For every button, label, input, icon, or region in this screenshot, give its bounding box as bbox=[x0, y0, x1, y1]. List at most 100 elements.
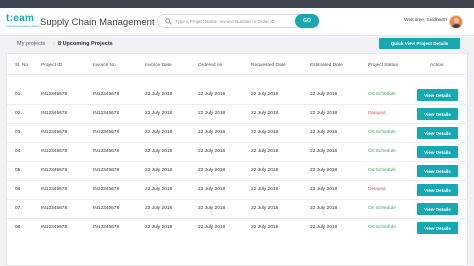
team-logo[interactable]: t:eam Transport Analytics Mgmt bbox=[6, 13, 40, 31]
app-title: Supply Chain Management bbox=[40, 17, 155, 28]
cell-invoice-date: 22 July 2018 bbox=[145, 111, 173, 116]
status-badge: On Schedule bbox=[368, 206, 396, 211]
cell-estimated-date: 22 July 2018 bbox=[310, 130, 338, 135]
cell-invoice-date: 22 July 2018 bbox=[145, 168, 173, 173]
welcome-text: Welcome, Siddharth bbox=[404, 18, 448, 23]
cell-estimated-date: 22 July 2018 bbox=[310, 92, 338, 97]
cell-sl-no: 07. bbox=[15, 206, 22, 211]
status-badge: On Schedule bbox=[368, 225, 396, 230]
logo-text: t:eam bbox=[6, 13, 35, 24]
projects-subbar: My projects : 8 Upcoming Projects Quick … bbox=[6, 36, 468, 52]
cell-ordered-on: 22 July 2018 bbox=[198, 187, 226, 192]
status-badge: On Schedule bbox=[368, 92, 396, 97]
cell-invoice-date: 22 July 2018 bbox=[145, 130, 173, 135]
avatar-body bbox=[452, 24, 461, 28]
cell-ordered-on: 22 July 2018 bbox=[198, 168, 226, 173]
col-header-requested-date: Requested Date bbox=[251, 63, 286, 68]
cell-invoice-date: 22 July 2018 bbox=[145, 225, 173, 230]
cell-project-id: IN12345678 bbox=[41, 130, 68, 135]
view-details-button[interactable]: View Details bbox=[417, 203, 458, 215]
cell-estimated-date: 22 July 2018 bbox=[310, 206, 338, 211]
upcoming-projects-count: 8 Upcoming Projects bbox=[58, 41, 113, 47]
cell-invoice-no: IN12345678 bbox=[93, 111, 120, 116]
search-icon bbox=[165, 18, 172, 25]
cell-ordered-on: 22 July 2018 bbox=[198, 130, 226, 135]
header-divider bbox=[7, 74, 467, 75]
cell-sl-no: 05. bbox=[15, 168, 22, 173]
quick-view-project-details-button[interactable]: Quick View Project Details bbox=[379, 38, 460, 49]
view-details-button[interactable]: View Details bbox=[417, 108, 458, 120]
col-header-project-status: Project Status bbox=[368, 63, 398, 68]
projects-table: Sl. No. Project ID Invoice No. Invoice D… bbox=[6, 53, 468, 266]
cell-ordered-on: 22 July 2018 bbox=[198, 149, 226, 154]
cell-requested-date: 22 July 2018 bbox=[251, 187, 279, 192]
go-button[interactable]: GO bbox=[295, 14, 319, 28]
cell-ordered-on: 22 July 2018 bbox=[198, 92, 226, 97]
cell-project-id: IN12345678 bbox=[41, 111, 68, 116]
cell-requested-date: 22 July 2018 bbox=[251, 225, 279, 230]
cell-sl-no: 03. bbox=[15, 130, 22, 135]
cell-invoice-no: IN12345678 bbox=[93, 206, 120, 211]
cell-requested-date: 22 July 2018 bbox=[251, 130, 279, 135]
status-badge: Delayed bbox=[368, 187, 386, 192]
cell-invoice-date: 22 July 2018 bbox=[145, 206, 173, 211]
status-badge: On Schedule bbox=[368, 130, 396, 135]
cell-invoice-no: IN12345678 bbox=[93, 149, 120, 154]
table-row: 01. IN12345678 IN12345678 22 July 2018 2… bbox=[7, 86, 467, 105]
app-header: t:eam Transport Analytics Mgmt Supply Ch… bbox=[0, 8, 474, 36]
view-details-button[interactable]: View Details bbox=[417, 127, 458, 139]
cell-project-id: IN12345678 bbox=[41, 149, 68, 154]
cell-estimated-date: 22 July 2018 bbox=[310, 149, 338, 154]
cell-project-id: IN12345678 bbox=[41, 92, 68, 97]
cell-sl-no: 01. bbox=[15, 92, 22, 97]
cell-invoice-date: 22 July 2018 bbox=[145, 92, 173, 97]
status-badge: Delayed bbox=[368, 111, 386, 116]
cell-project-id: IN12345678 bbox=[41, 168, 68, 173]
col-header-estimated-date: Estimated Date bbox=[310, 63, 343, 68]
col-header-invoice-date: Invoice Date bbox=[145, 63, 172, 68]
table-row: 05. IN12345678 IN12345678 22 July 2018 2… bbox=[7, 162, 467, 181]
cell-requested-date: 22 July 2018 bbox=[251, 206, 279, 211]
cell-requested-date: 22 July 2018 bbox=[251, 111, 279, 116]
search-input[interactable] bbox=[175, 17, 285, 26]
my-projects-label: My projects bbox=[17, 41, 46, 47]
col-header-action: Action bbox=[430, 63, 444, 68]
cell-invoice-no: IN12345678 bbox=[93, 130, 120, 135]
cell-estimated-date: 22 July 2018 bbox=[310, 187, 338, 192]
cell-requested-date: 22 July 2018 bbox=[251, 92, 279, 97]
cell-ordered-on: 22 July 2018 bbox=[198, 111, 226, 116]
col-header-sl-no: Sl. No. bbox=[15, 63, 30, 68]
subbar-separator: : bbox=[53, 41, 55, 47]
table-row: 07. IN12345678 IN12345678 22 July 2018 2… bbox=[7, 200, 467, 219]
table-row: 06. IN12345678 IN12345678 22 July 2018 2… bbox=[7, 181, 467, 200]
view-details-button[interactable]: View Details bbox=[417, 184, 458, 196]
cell-invoice-no: IN12345678 bbox=[93, 225, 120, 230]
status-badge: On Schedule bbox=[368, 168, 396, 173]
cell-sl-no: 04. bbox=[15, 149, 22, 154]
cell-estimated-date: 22 July 2018 bbox=[310, 225, 338, 230]
cell-project-id: IN12345678 bbox=[41, 206, 68, 211]
cell-ordered-on: 22 July 2018 bbox=[198, 206, 226, 211]
avatar-head bbox=[454, 18, 459, 23]
logo-tagline: Transport Analytics Mgmt bbox=[6, 24, 40, 28]
table-row: 08. IN12345678 IN12345678 22 July 2018 2… bbox=[7, 219, 467, 237]
cell-estimated-date: 22 July 2018 bbox=[310, 168, 338, 173]
table-row: 04. IN12345678 IN12345678 22 July 2018 2… bbox=[7, 143, 467, 162]
col-header-ordered-on: Ordered on bbox=[198, 63, 223, 68]
cell-sl-no: 06. bbox=[15, 187, 22, 192]
table-row: 02. IN12345678 IN12345678 22 July 2018 2… bbox=[7, 105, 467, 124]
view-details-button[interactable]: View Details bbox=[417, 222, 458, 234]
cell-sl-no: 08. bbox=[15, 225, 22, 230]
user-avatar[interactable] bbox=[449, 15, 463, 29]
cell-project-id: IN12345678 bbox=[41, 187, 68, 192]
view-details-button[interactable]: View Details bbox=[417, 165, 458, 177]
view-details-button[interactable]: View Details bbox=[417, 89, 458, 101]
cell-invoice-date: 22 July 2018 bbox=[145, 187, 173, 192]
cell-project-id: IN12345678 bbox=[41, 225, 68, 230]
cell-sl-no: 02. bbox=[15, 111, 22, 116]
cell-estimated-date: 22 July 2018 bbox=[310, 111, 338, 116]
cell-invoice-no: IN12345678 bbox=[93, 92, 120, 97]
cell-ordered-on: 22 July 2018 bbox=[198, 225, 226, 230]
view-details-button[interactable]: View Details bbox=[417, 146, 458, 158]
cell-requested-date: 22 July 2018 bbox=[251, 149, 279, 154]
